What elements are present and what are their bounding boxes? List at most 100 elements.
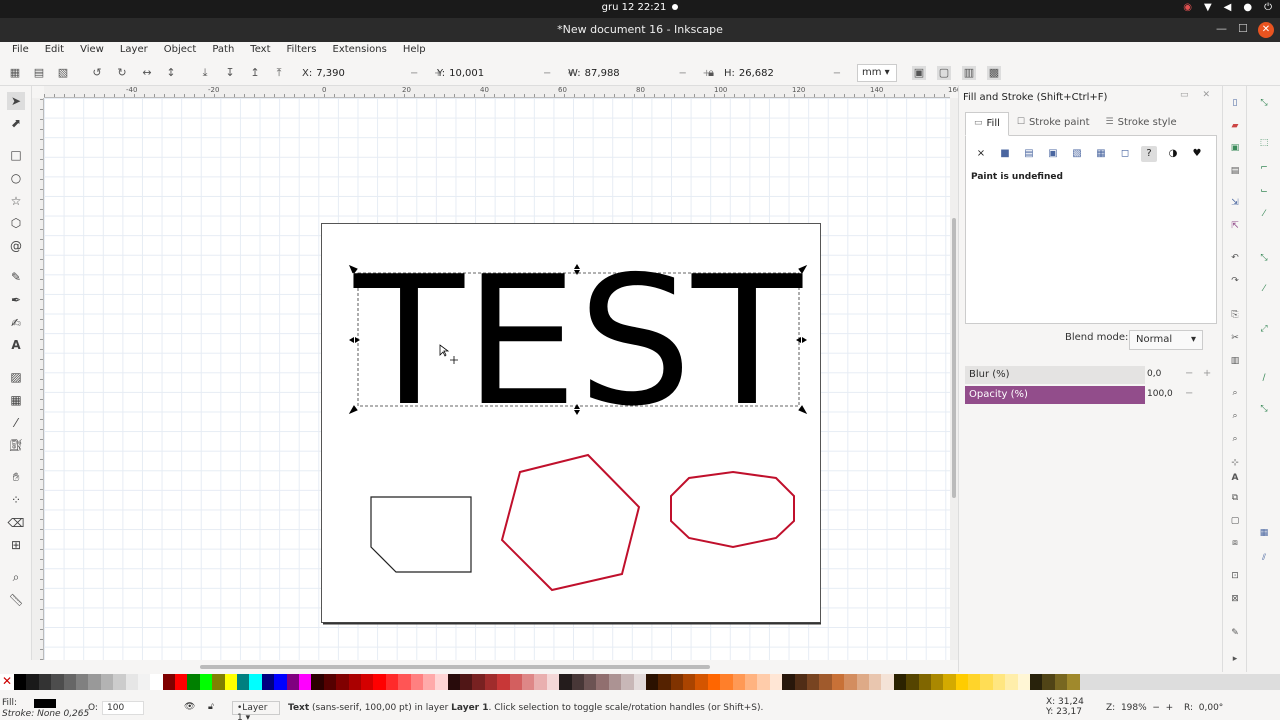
palette-swatch[interactable] xyxy=(472,674,485,690)
palette-swatch[interactable] xyxy=(1017,674,1031,690)
blur-value[interactable]: 0,0 xyxy=(1147,369,1161,379)
palette-swatch[interactable] xyxy=(113,674,126,690)
palette-swatch[interactable] xyxy=(199,674,213,690)
deselect-icon[interactable]: ▧ xyxy=(56,66,70,80)
paint-bucket-tool-icon[interactable]: ⛽︎ xyxy=(7,436,25,454)
palette-swatch[interactable] xyxy=(621,674,634,690)
unit-select[interactable]: mm ▾ xyxy=(857,64,897,82)
palette-swatch[interactable] xyxy=(435,674,448,690)
cut-icon[interactable]: ✂ xyxy=(1228,331,1242,345)
panel-menu-icon[interactable]: ▭ xyxy=(1180,90,1189,100)
palette-swatch[interactable] xyxy=(769,674,783,690)
more-commands-icon[interactable]: ▸ xyxy=(1228,652,1242,666)
blur-slider[interactable]: Blur (%) 0,0 − + xyxy=(965,366,1217,384)
x-decrement-button[interactable]: − xyxy=(402,68,426,79)
lower-to-bottom-icon[interactable]: ⤓ xyxy=(198,66,212,80)
tab-stroke-style[interactable]: ☰ Stroke style xyxy=(1098,112,1185,136)
layer-visibility-icon[interactable]: 👁︎ xyxy=(184,702,195,712)
zoom-page-icon[interactable]: ⌕ xyxy=(1228,432,1242,446)
palette-swatch[interactable] xyxy=(633,674,646,690)
open-icon[interactable]: ▰ xyxy=(1228,119,1242,133)
duplicate-icon[interactable]: ⊹ xyxy=(1228,456,1242,470)
mesh-tool-icon[interactable]: ▦ xyxy=(7,391,25,409)
flat-color-icon[interactable]: ■ xyxy=(997,146,1013,162)
menu-help[interactable]: Help xyxy=(395,42,434,60)
xml-editor-icon[interactable]: ⧈ xyxy=(1228,536,1242,550)
palette-swatch[interactable] xyxy=(571,674,584,690)
ungroup-icon[interactable]: ▢ xyxy=(1228,514,1242,528)
palette-swatch[interactable] xyxy=(707,674,721,690)
palette-swatch[interactable] xyxy=(807,674,820,690)
blur-stepper[interactable]: − + xyxy=(1185,368,1211,379)
palette-swatch[interactable] xyxy=(187,674,200,690)
stroke-indicator[interactable]: Stroke: None 0,265 xyxy=(2,709,89,719)
palette-swatch[interactable] xyxy=(992,674,1006,690)
raise-to-top-icon[interactable]: ⤒ xyxy=(272,66,286,80)
select-all-layers-icon[interactable]: ▤ xyxy=(32,66,46,80)
w-input[interactable]: 87,988 xyxy=(585,68,671,79)
palette-swatch[interactable] xyxy=(298,674,312,690)
palette-swatch[interactable] xyxy=(348,674,361,690)
palette-swatch[interactable] xyxy=(100,674,114,690)
measure-tool-icon[interactable]: 📏︎ xyxy=(7,591,25,609)
layer-lock-icon[interactable]: 🔓︎ xyxy=(208,702,214,712)
palette-swatch[interactable] xyxy=(63,674,76,690)
opacity-stepper[interactable]: − xyxy=(1185,388,1193,399)
palette-swatch[interactable] xyxy=(175,674,188,690)
scale-stroke-icon[interactable]: ▣ xyxy=(912,66,926,80)
menu-filters[interactable]: Filters xyxy=(279,42,325,60)
gradient-tool-icon[interactable]: ▨ xyxy=(7,368,25,386)
palette-swatch[interactable] xyxy=(38,674,52,690)
palette-swatch[interactable] xyxy=(75,674,89,690)
menu-layer[interactable]: Layer xyxy=(112,42,156,60)
menu-text[interactable]: Text xyxy=(242,42,278,60)
x-input[interactable]: 7,390 xyxy=(316,68,402,79)
palette-swatch[interactable] xyxy=(918,674,931,690)
palette-swatch[interactable] xyxy=(943,674,956,690)
connector-tool-icon[interactable]: ⊞ xyxy=(7,536,25,554)
ellipse-tool-icon[interactable]: ○ xyxy=(7,169,25,187)
snap-intersection-icon[interactable]: ⤢ xyxy=(1257,322,1271,336)
h-decrement-button[interactable]: − xyxy=(825,68,849,79)
snap-bbox-icon[interactable]: ⬚ xyxy=(1257,136,1271,150)
swatch-icon[interactable]: ◻ xyxy=(1117,146,1133,162)
palette-swatch[interactable] xyxy=(1005,674,1018,690)
tab-fill[interactable]: ▭ Fill xyxy=(965,112,1009,136)
h-input[interactable]: 26,682 xyxy=(739,68,825,79)
menu-extensions[interactable]: Extensions xyxy=(325,42,395,60)
text-font-icon[interactable]: A xyxy=(1228,471,1242,485)
spray-tool-icon[interactable]: ⁘ xyxy=(7,491,25,509)
copy-icon[interactable]: ⎘ xyxy=(1228,308,1242,322)
palette-swatch[interactable] xyxy=(670,674,684,690)
mesh-gradient-icon[interactable]: ▧ xyxy=(1069,146,1085,162)
rectangle-tool-icon[interactable]: □ xyxy=(7,146,25,164)
palette-swatch[interactable] xyxy=(249,674,262,690)
palette-swatch[interactable] xyxy=(422,674,436,690)
vertical-ruler[interactable] xyxy=(32,98,44,660)
scale-corners-icon[interactable]: ▢ xyxy=(937,66,951,80)
new-document-icon[interactable]: ▯ xyxy=(1228,96,1242,110)
minimize-icon[interactable]: — xyxy=(1216,22,1227,35)
palette-swatch[interactable] xyxy=(732,674,746,690)
palette-swatch[interactable] xyxy=(546,674,560,690)
rotate-ccw-icon[interactable]: ↺ xyxy=(90,66,104,80)
raise-icon[interactable]: ↥ xyxy=(248,66,262,80)
lock-proportions-icon[interactable]: 🔒︎ xyxy=(704,66,718,80)
fill-indicator-swatch[interactable] xyxy=(34,699,56,708)
text-tool-icon[interactable]: A xyxy=(7,336,25,354)
palette-swatch[interactable] xyxy=(410,674,423,690)
palette-swatch[interactable] xyxy=(906,674,919,690)
palette-swatch[interactable] xyxy=(385,674,399,690)
opacity-value[interactable]: 100,0 xyxy=(1147,389,1173,399)
node-tool-icon[interactable]: ⬈ xyxy=(7,114,25,132)
palette-swatch[interactable] xyxy=(1030,674,1043,690)
palette-swatch[interactable] xyxy=(162,674,176,690)
layers-icon[interactable]: ⊠ xyxy=(1228,592,1242,606)
menu-object[interactable]: Object xyxy=(156,42,205,60)
panel-close-icon[interactable]: ✕ xyxy=(1202,90,1210,100)
preferences-icon[interactable]: ✎ xyxy=(1228,626,1242,640)
palette-swatch[interactable] xyxy=(968,674,981,690)
menu-view[interactable]: View xyxy=(72,42,112,60)
no-paint-swatch-icon[interactable]: ✕ xyxy=(0,674,14,690)
horizontal-scrollbar[interactable] xyxy=(44,660,950,672)
